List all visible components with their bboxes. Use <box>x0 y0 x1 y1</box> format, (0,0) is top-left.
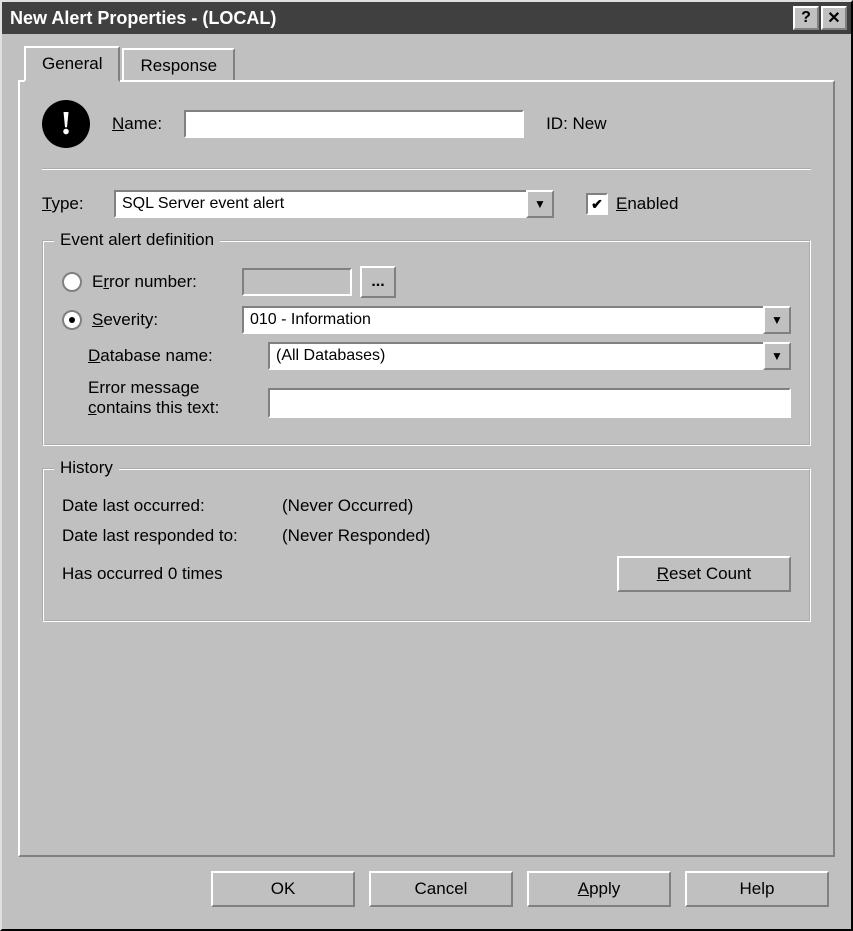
enabled-checkbox[interactable]: ✔ <box>586 193 608 215</box>
close-button-titlebar[interactable]: ✕ <box>821 6 847 30</box>
name-input[interactable] <box>184 110 524 138</box>
dialog-window: New Alert Properties - (LOCAL) ? ✕ Gener… <box>0 0 853 931</box>
history-group: History Date last occurred: (Never Occur… <box>42 468 811 622</box>
help-button-titlebar[interactable]: ? <box>793 6 819 30</box>
type-row: Type: SQL Server event alert ▼ ✔ Enabled <box>42 190 811 218</box>
help-button[interactable]: Help <box>685 871 829 907</box>
alert-icon: ! <box>42 100 90 148</box>
type-combo[interactable]: SQL Server event alert ▼ <box>114 190 554 218</box>
occur-count-row: Has occurred 0 times Reset Count <box>62 556 791 592</box>
date-last-responded-row: Date last responded to: (Never Responded… <box>62 526 791 546</box>
window-title: New Alert Properties - (LOCAL) <box>6 8 791 29</box>
browse-error-button[interactable]: ... <box>360 266 396 298</box>
titlebar: New Alert Properties - (LOCAL) ? ✕ <box>2 2 851 34</box>
error-message-text-input[interactable] <box>268 388 791 418</box>
severity-radio[interactable] <box>62 310 82 330</box>
name-label: Name: <box>112 114 162 134</box>
date-last-responded-value: (Never Responded) <box>282 526 430 546</box>
close-icon: ✕ <box>827 8 840 28</box>
enabled-control[interactable]: ✔ Enabled <box>586 193 678 215</box>
name-row: ! Name: ID: New <box>42 100 811 148</box>
severity-value: 010 - Information <box>242 306 763 334</box>
date-last-responded-label: Date last responded to: <box>62 526 282 546</box>
severity-row: Severity: 010 - Information ▼ <box>62 306 791 334</box>
cancel-button[interactable]: Cancel <box>369 871 513 907</box>
occur-count-label: Has occurred 0 times <box>62 564 223 584</box>
date-last-occurred-label: Date last occurred: <box>62 496 282 516</box>
id-label: ID: New <box>546 114 606 134</box>
reset-count-button[interactable]: Reset Count <box>617 556 791 592</box>
client-area: General Response ! Name: ID: New Type: S… <box>2 34 851 929</box>
dialog-footer: OK Cancel Apply Help <box>18 857 835 913</box>
database-name-label: Database name: <box>88 346 213 366</box>
database-combo[interactable]: (All Databases) ▼ <box>268 342 791 370</box>
chevron-down-icon[interactable]: ▼ <box>763 342 791 370</box>
severity-label: Severity: <box>92 310 158 330</box>
enabled-label: Enabled <box>616 194 678 214</box>
severity-combo[interactable]: 010 - Information ▼ <box>242 306 791 334</box>
apply-button[interactable]: Apply <box>527 871 671 907</box>
error-message-text-row: Error message contains this text: <box>62 378 791 418</box>
type-label: Type: <box>42 194 102 214</box>
error-number-label: Error number: <box>92 272 197 292</box>
error-message-label-line2: contains this text: <box>88 398 219 418</box>
question-icon: ? <box>801 9 811 27</box>
date-last-occurred-value: (Never Occurred) <box>282 496 413 516</box>
chevron-down-icon[interactable]: ▼ <box>763 306 791 334</box>
database-value: (All Databases) <box>268 342 763 370</box>
tab-panel-general: ! Name: ID: New Type: SQL Server event a… <box>18 80 835 857</box>
ok-button[interactable]: OK <box>211 871 355 907</box>
database-name-row: Database name: (All Databases) ▼ <box>62 342 791 370</box>
history-legend: History <box>54 458 119 478</box>
error-number-input <box>242 268 352 296</box>
error-number-row: Error number: ... <box>62 266 791 298</box>
browse-label: ... <box>371 273 384 291</box>
tab-response[interactable]: Response <box>122 48 235 84</box>
error-message-label-line1: Error message <box>88 378 199 398</box>
chevron-down-icon[interactable]: ▼ <box>526 190 554 218</box>
date-last-occurred-row: Date last occurred: (Never Occurred) <box>62 496 791 516</box>
error-number-radio[interactable] <box>62 272 82 292</box>
event-alert-definition-group: Event alert definition Error number: ...… <box>42 240 811 446</box>
type-value: SQL Server event alert <box>114 190 526 218</box>
event-alert-definition-legend: Event alert definition <box>54 230 220 250</box>
tabstrip: General Response <box>18 46 835 82</box>
tab-general[interactable]: General <box>24 46 120 82</box>
separator-1 <box>42 168 811 170</box>
